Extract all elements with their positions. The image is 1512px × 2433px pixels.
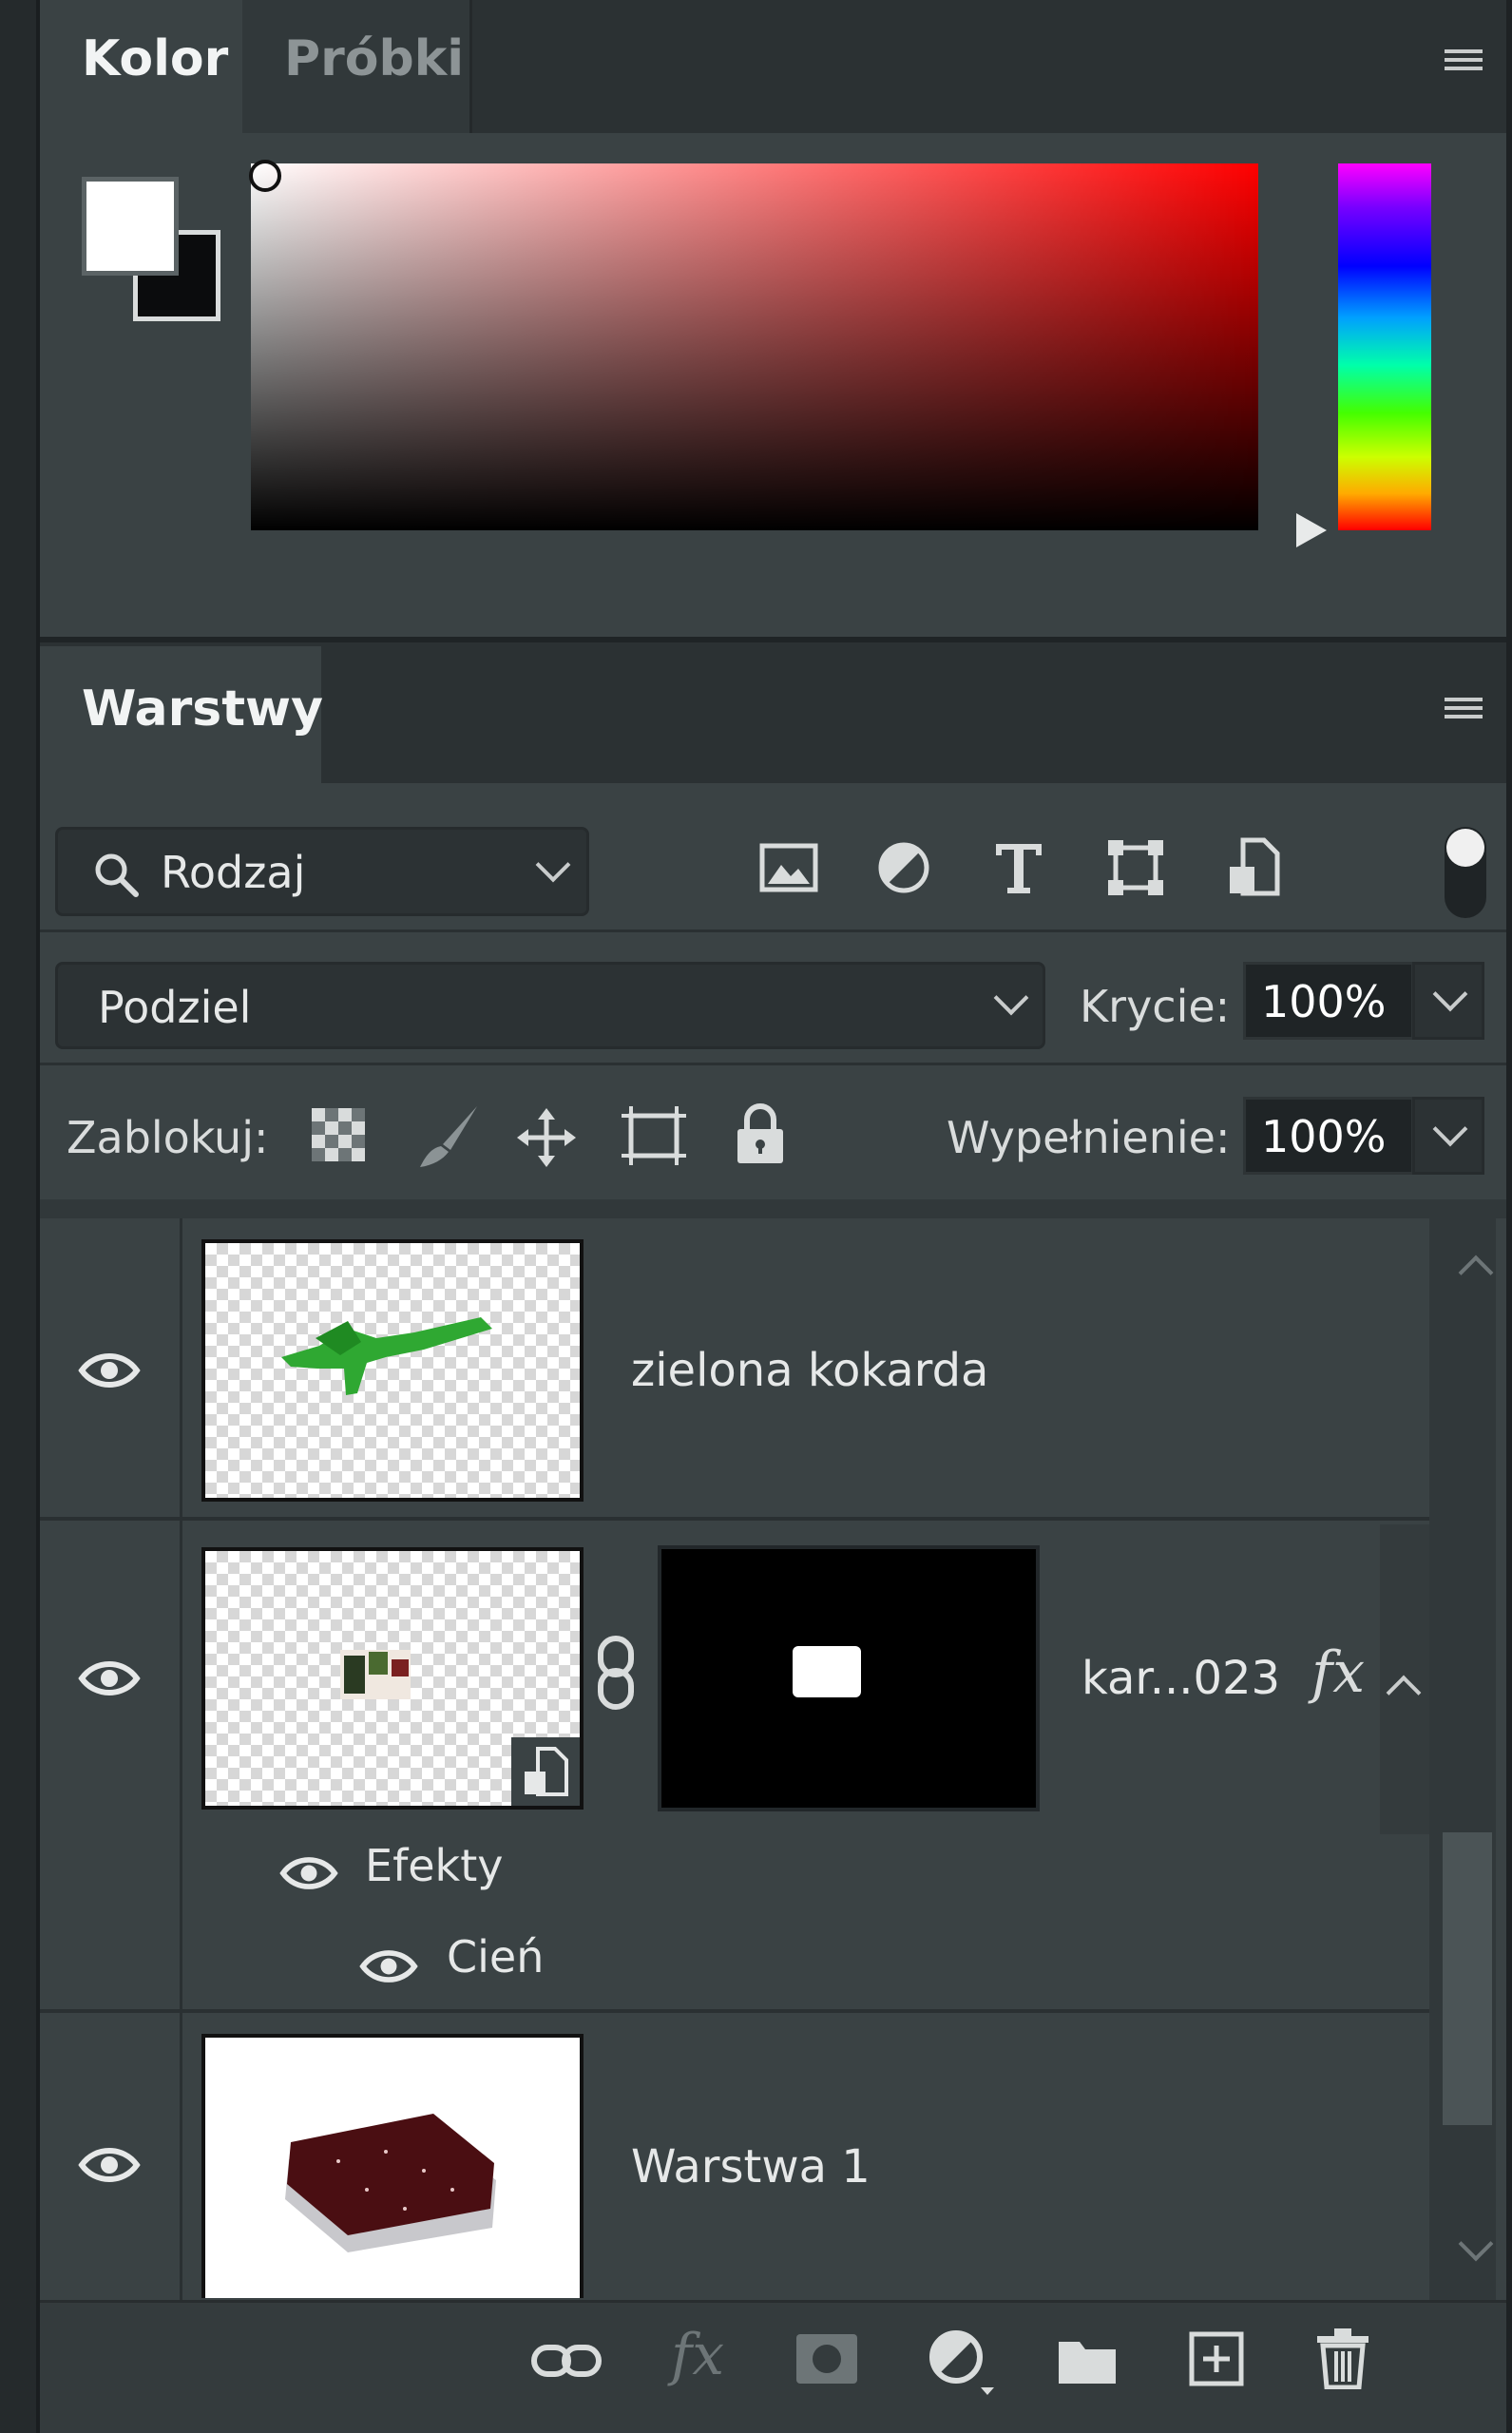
color-picker-handle[interactable] bbox=[249, 160, 281, 192]
lock-position-icon[interactable] bbox=[515, 1106, 578, 1169]
layer-effects-indicator[interactable]: fx bbox=[1311, 1644, 1365, 1701]
chevron-down-icon bbox=[993, 980, 1029, 1016]
effect-drop-shadow-label[interactable]: Cień bbox=[447, 1935, 544, 1979]
layer-thumbnail bbox=[201, 1239, 584, 1502]
gift-box-image bbox=[285, 2114, 496, 2252]
layer-mask-thumbnail[interactable] bbox=[658, 1545, 1040, 1811]
scrollbar-thumb[interactable] bbox=[1443, 1832, 1492, 2125]
lock-all-icon[interactable] bbox=[734, 1102, 787, 1165]
layers-scrollbar[interactable] bbox=[1429, 1216, 1496, 2300]
mask-link-icon[interactable] bbox=[593, 1635, 639, 1711]
new-layer-icon[interactable] bbox=[1188, 2330, 1245, 2387]
group-icon[interactable] bbox=[1057, 2336, 1118, 2385]
hue-slider[interactable] bbox=[1338, 163, 1431, 530]
effects-label[interactable]: Efekty bbox=[365, 1844, 503, 1887]
saturation-brightness-field[interactable] bbox=[251, 163, 1258, 530]
layer-name[interactable]: kar...023 bbox=[1081, 1656, 1280, 1701]
type-filter-icon[interactable] bbox=[992, 840, 1045, 895]
fill-input[interactable]: 100% bbox=[1243, 1097, 1414, 1175]
separator bbox=[40, 1199, 1506, 1218]
tab-kolor-label: Kolor bbox=[82, 30, 229, 87]
layer-thumbnail bbox=[201, 2034, 584, 2298]
fill-slider-button[interactable] bbox=[1412, 1097, 1484, 1175]
image-filter-icon[interactable] bbox=[758, 842, 819, 893]
layer-name[interactable]: zielona kokarda bbox=[631, 1348, 988, 1393]
lock-image-pixels-icon[interactable] bbox=[414, 1102, 483, 1171]
chevron-down-icon bbox=[1432, 1111, 1468, 1147]
adjustment-filter-icon[interactable] bbox=[876, 840, 931, 895]
lock-label: Zablokuj: bbox=[67, 1112, 269, 1163]
tab-probki[interactable]: Próbki bbox=[242, 0, 472, 133]
mask-icon[interactable] bbox=[794, 2332, 859, 2385]
fill-value: 100% bbox=[1261, 1111, 1387, 1162]
lock-transparent-pixels-icon[interactable] bbox=[310, 1106, 367, 1163]
shape-filter-icon[interactable] bbox=[1106, 838, 1165, 897]
chevron-up-icon[interactable] bbox=[1386, 1675, 1422, 1711]
layer-thumbnail bbox=[201, 1547, 584, 1810]
chevron-down-icon bbox=[535, 847, 571, 883]
foreground-color-swatch-front[interactable] bbox=[82, 177, 179, 276]
panel-right-edge bbox=[1506, 0, 1512, 2433]
blend-mode-dropdown[interactable]: Podziel bbox=[55, 962, 1045, 1049]
smart-object-content-image bbox=[340, 1650, 411, 1699]
search-icon bbox=[95, 853, 139, 897]
blend-mode-value: Podziel bbox=[98, 982, 252, 1033]
layers-panel-footer bbox=[40, 2300, 1506, 2433]
chevron-down-icon bbox=[1432, 976, 1468, 1012]
eye-icon[interactable] bbox=[78, 2144, 141, 2186]
layers-panel-menu-icon[interactable] bbox=[1445, 698, 1483, 722]
fill-label: Wypełnienie: bbox=[947, 1112, 1231, 1163]
eye-icon[interactable] bbox=[359, 1946, 418, 1986]
smart-object-icon bbox=[525, 1747, 568, 1796]
layer-name[interactable]: Warstwa 1 bbox=[631, 2144, 871, 2190]
layer-filter-dropdown[interactable]: Rodzaj bbox=[55, 827, 589, 916]
effects-collapse-strip[interactable] bbox=[1380, 1524, 1429, 1834]
separator bbox=[40, 929, 1506, 932]
fx-icon[interactable]: fx bbox=[671, 2327, 724, 2384]
layer-filter-label: Rodzaj bbox=[161, 847, 306, 898]
hue-slider-pointer[interactable] bbox=[1296, 513, 1327, 547]
tab-probki-label: Próbki bbox=[284, 30, 465, 87]
opacity-input[interactable]: 100% bbox=[1243, 962, 1414, 1040]
tab-kolor[interactable]: Kolor bbox=[40, 0, 242, 133]
mask-shape bbox=[793, 1646, 861, 1697]
lock-artboard-icon[interactable] bbox=[620, 1102, 688, 1169]
green-bow-image bbox=[281, 1317, 492, 1395]
separator bbox=[40, 1063, 1506, 1065]
filter-toggle-switch[interactable] bbox=[1445, 827, 1486, 918]
panel-left-edge bbox=[0, 0, 40, 2433]
link-layers-icon[interactable] bbox=[530, 2338, 603, 2384]
eye-icon[interactable] bbox=[279, 1853, 338, 1893]
opacity-value: 100% bbox=[1261, 976, 1387, 1027]
delete-icon[interactable] bbox=[1315, 2327, 1370, 2389]
smart-object-filter-icon[interactable] bbox=[1226, 836, 1281, 897]
adjustment-icon[interactable] bbox=[928, 2328, 996, 2397]
opacity-label: Krycie: bbox=[1080, 981, 1231, 1032]
smart-object-badge bbox=[511, 1737, 580, 1806]
filter-toggle-knob bbox=[1446, 829, 1484, 867]
tab-warstwy-label: Warstwy bbox=[82, 680, 323, 738]
opacity-slider-button[interactable] bbox=[1412, 962, 1484, 1040]
layer-visibility-column bbox=[40, 1521, 182, 2009]
tab-warstwy[interactable]: Warstwy bbox=[40, 646, 323, 783]
eye-icon[interactable] bbox=[78, 1350, 141, 1391]
eye-icon[interactable] bbox=[78, 1657, 141, 1699]
color-panel-menu-icon[interactable] bbox=[1445, 49, 1483, 74]
